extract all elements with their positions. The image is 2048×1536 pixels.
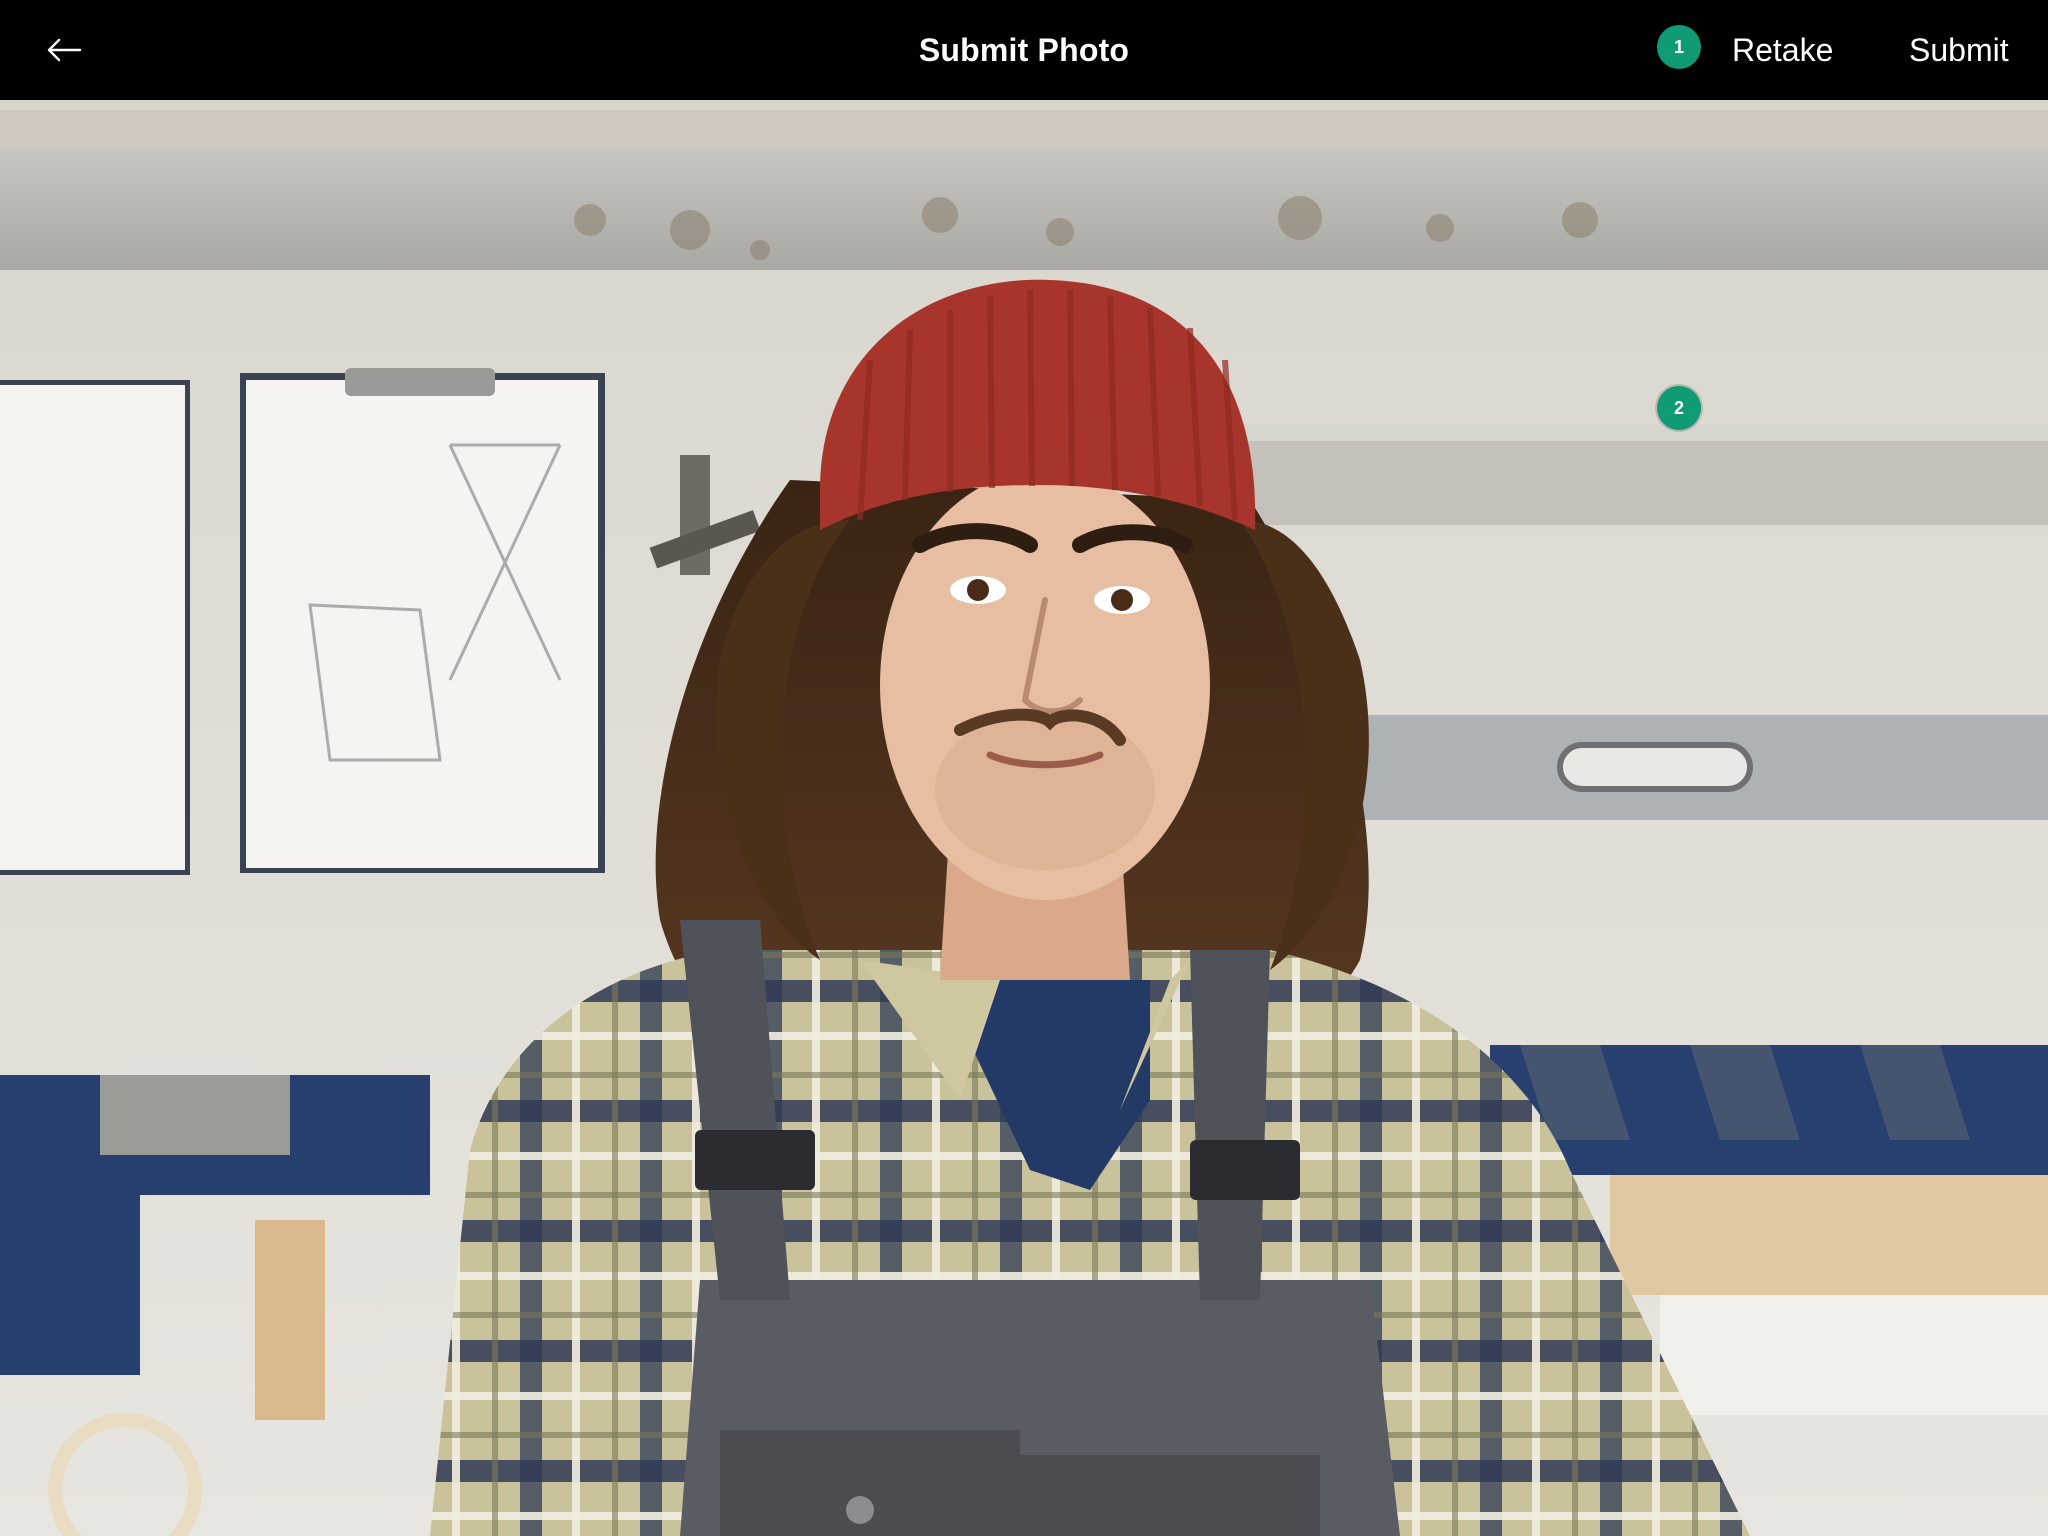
step-badge-2: 2 (1657, 386, 1701, 430)
arrow-left-icon (47, 38, 82, 62)
back-button[interactable] (40, 28, 88, 72)
submit-photo-screen: Submit Photo Retake Submit 1 2 (0, 0, 2048, 1536)
top-bar: Submit Photo Retake Submit (0, 0, 2048, 100)
submit-button[interactable]: Submit (1909, 0, 2009, 100)
photo-preview[interactable] (0, 100, 2048, 1536)
portrait-photo (0, 100, 2048, 1536)
retake-button[interactable]: Retake (1732, 0, 1833, 100)
step-badge-1: 1 (1657, 25, 1701, 69)
